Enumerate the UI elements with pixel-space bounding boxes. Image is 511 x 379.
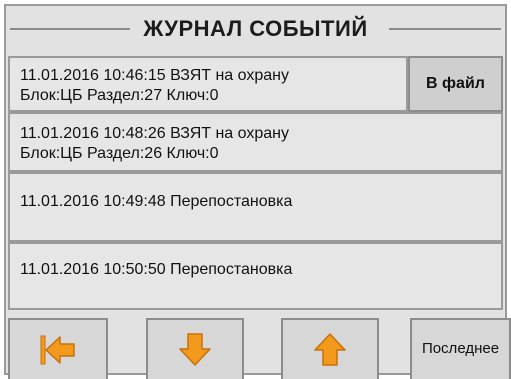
arrow-down-icon [179, 332, 211, 366]
skip-to-first-icon [40, 335, 75, 364]
to-file-button[interactable]: В файл [408, 56, 503, 112]
event-row-1[interactable]: 11.01.2016 10:46:15 ВЗЯТ на охрану Блок:… [8, 56, 408, 112]
page-title: ЖУРНАЛ СОБЫТИЙ [143, 16, 368, 41]
event-datetime-text: 11.01.2016 10:49:48 Перепостановка [20, 193, 293, 210]
event-datetime-text: 11.01.2016 10:46:15 ВЗЯТ на охрану [20, 67, 289, 84]
first-event-button[interactable] [8, 318, 108, 379]
scroll-up-button[interactable] [281, 318, 379, 379]
arrow-up-icon [314, 332, 346, 366]
event-row-2[interactable]: 11.01.2016 10:48:26 ВЗЯТ на охрану Блок:… [8, 112, 503, 172]
to-file-label: В файл [426, 75, 485, 92]
event-details-text: Блок:ЦБ Раздел:27 Ключ:0 [20, 87, 219, 104]
event-details-text: Блок:ЦБ Раздел:26 Ключ:0 [20, 145, 219, 162]
event-datetime-text: 11.01.2016 10:48:26 ВЗЯТ на охрану [20, 125, 289, 142]
event-row-3[interactable]: 11.01.2016 10:49:48 Перепостановка [8, 172, 503, 242]
event-datetime-text: 11.01.2016 10:50:50 Перепостановка [20, 261, 293, 278]
scroll-down-button[interactable] [146, 318, 244, 379]
last-event-button[interactable]: Последнее [410, 318, 511, 379]
last-event-label: Последнее [421, 340, 500, 357]
title-bar: ЖУРНАЛ СОБЫТИЙ [6, 12, 505, 46]
event-row-4[interactable]: 11.01.2016 10:50:50 Перепостановка [8, 242, 503, 310]
